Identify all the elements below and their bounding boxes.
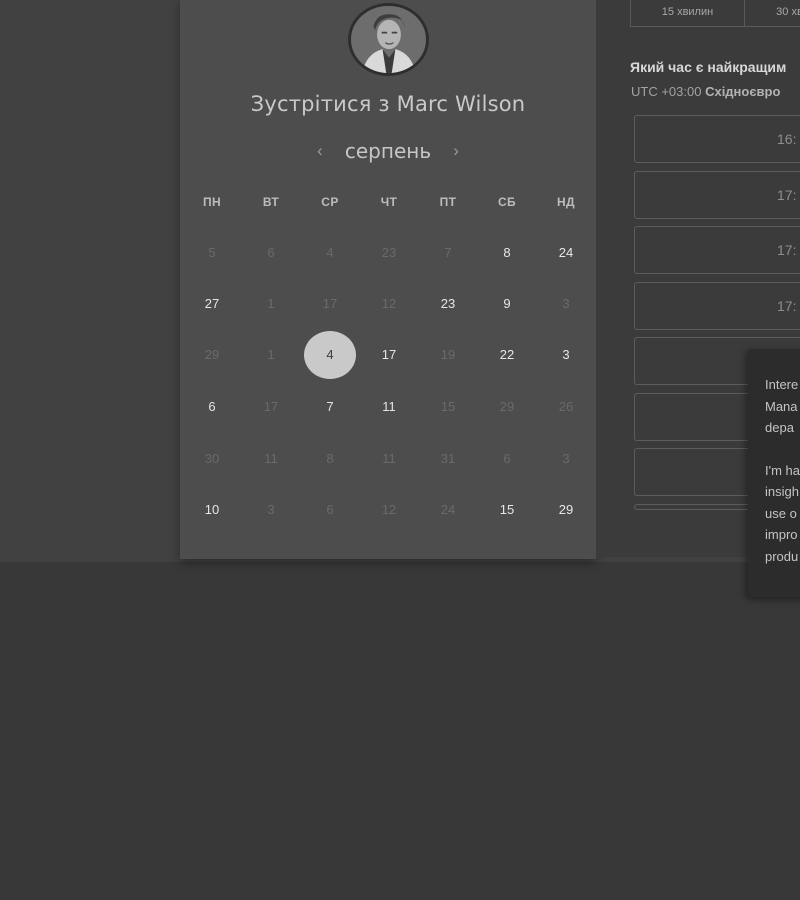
calendar-day-selected[interactable]: 4 [304,331,356,379]
calendar-day: 29 [204,347,220,362]
calendar-day[interactable]: 23 [422,280,474,328]
calendar-day: 23 [381,245,397,260]
calendar-day: 8 [326,451,334,466]
calendar-day: 12 [381,296,397,311]
calendar-day: 6 [326,502,334,517]
calendar-day: 29 [499,399,515,414]
calendar-day[interactable]: 15 [481,486,533,534]
calendar-day: 11 [382,451,396,466]
calendar-day: 11 [264,451,278,466]
bio-line: depa [765,420,794,435]
time-slot-button[interactable]: 17: [634,282,800,330]
time-slot-button[interactable]: 16: [634,115,800,163]
calendar-day: 12 [381,502,397,517]
calendar-day: 30 [204,451,220,466]
calendar-day[interactable]: 3 [540,331,592,379]
calendar-day: 1 [267,296,275,311]
calendar-day: 19 [440,347,456,362]
bio-line: insigh [765,484,799,499]
calendar-day: 3 [562,451,570,466]
bio-paragraph-gap [765,439,800,460]
calendar-day: 26 [558,399,574,414]
calendar-day[interactable]: 8 [481,229,533,277]
calendar-day: 5 [208,245,216,260]
bio-line: Intere [765,377,799,392]
calendar-day: 6 [267,245,275,260]
calendar-day[interactable]: 22 [481,331,533,379]
calendar-day: 3 [267,502,275,517]
weekday-label: СБ [497,195,517,209]
calendar-day: 31 [440,451,456,466]
meeting-title: Зустрітися з Marc Wilson [250,92,526,116]
bio-line: I'm ha [765,462,800,478]
calendar-day[interactable]: 29 [540,486,592,534]
calendar-day: 4 [326,245,334,260]
month-navigation: ‹ серпень › [180,137,596,165]
chevron-right-icon[interactable]: › [449,141,463,161]
calendar-day[interactable]: 11 [363,383,415,431]
calendar-day[interactable]: 10 [186,486,238,534]
weekday-label: НД [556,195,575,209]
chevron-left-icon[interactable]: ‹ [313,141,327,161]
calendar-day[interactable]: 27 [186,280,238,328]
weekday-label: ПН [202,195,222,209]
calendar-day: 6 [503,451,511,466]
calendar-day[interactable]: 9 [481,280,533,328]
weekday-label: ПТ [439,195,457,209]
host-avatar [348,3,429,76]
calendar-day: 15 [440,399,456,414]
duration-tab-15[interactable]: 15 хвилин [630,0,745,27]
time-slot-button[interactable]: 17: [634,171,800,219]
month-label: серпень [344,139,432,163]
calendar-day[interactable]: 24 [540,229,592,277]
weekday-label: ВТ [262,195,280,209]
bio-line: use o [765,505,797,521]
bio-line: Mana [765,398,798,414]
bio-line: impro [765,527,798,542]
time-slot-button[interactable]: 17: [634,226,800,274]
calendar-day[interactable]: 17 [363,331,415,379]
host-bio-tooltip: Intere Mana depa I'm ha insigh use o imp… [748,349,800,597]
calendar-day: 17 [322,296,338,311]
calendar-day[interactable]: 6 [186,383,238,431]
calendar-day: 24 [440,502,456,517]
calendar-day[interactable]: 7 [304,383,356,431]
weekday-label: ЧТ [380,195,398,209]
calendar-day: 3 [562,296,570,311]
calendar-day: 1 [267,347,275,362]
timezone-name: Східноєвро [705,84,781,99]
duration-tab-30[interactable]: 30 хв [745,0,800,27]
person-avatar-icon [351,6,426,73]
timezone-utc-offset: UTC +03:00 [631,84,702,99]
calendar-day: 17 [263,399,279,414]
best-time-heading: Який час є найкращим [630,59,787,75]
weekday-label: СР [321,195,339,209]
bio-line: produ [765,548,799,564]
timezone-label: UTC +03:00 Східноєвро [631,84,780,99]
calendar-day: 7 [444,245,452,260]
